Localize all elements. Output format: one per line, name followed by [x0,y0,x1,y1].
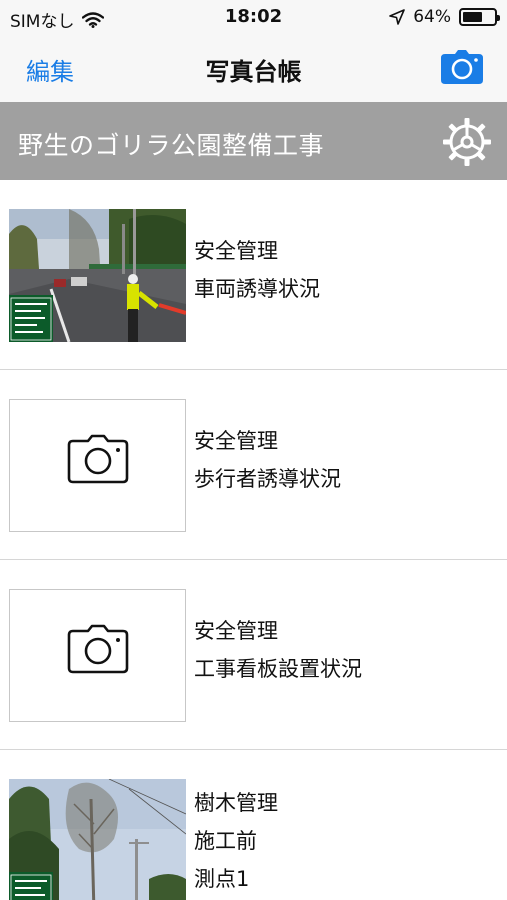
list-item[interactable]: 安全管理 車両誘導状況 [0,180,507,370]
item-text: 安全管理 車両誘導状況 [194,232,320,308]
nav-bar: 編集 写真台帳 [0,34,507,102]
status-bar: SIMなし 18:02 64% [0,0,507,34]
item-text: 安全管理 歩行者誘導状況 [194,422,341,498]
project-title: 野生のゴリラ公園整備工事 [18,131,325,160]
item-description: 歩行者誘導状況 [194,467,341,491]
page-title: 写真台帳 [205,58,302,86]
photo-thumbnail[interactable] [9,779,186,900]
location-arrow-icon [389,9,406,25]
photo-placeholder[interactable] [9,399,186,532]
item-category: 安全管理 [194,619,278,643]
list-item[interactable]: 樹木管理 施工前 測点1 [0,750,507,900]
battery-icon [459,8,500,26]
item-category: 安全管理 [194,239,278,263]
item-description: 施工前 [194,829,257,853]
list-item[interactable]: 安全管理 歩行者誘導状況 [0,370,507,560]
item-category: 樹木管理 [194,791,278,815]
project-header: 野生のゴリラ公園整備工事 [0,102,507,180]
photo-placeholder[interactable] [9,589,186,722]
list-item[interactable]: 安全管理 工事看板設置状況 [0,560,507,750]
status-right: 64% [389,7,500,27]
photo-list: 安全管理 車両誘導状況 安全管理 歩行者誘導状況 安全管理 工事看板設置状況 樹… [0,180,507,900]
camera-icon[interactable] [441,50,483,84]
camera-outline-icon [67,434,129,484]
battery-level [463,12,482,22]
item-text: 安全管理 工事看板設置状況 [194,612,362,688]
traffic-guide-photo [9,209,186,342]
gear-icon[interactable] [441,116,493,168]
item-description: 車両誘導状況 [194,277,320,301]
camera-outline-icon [67,624,129,674]
item-text: 樹木管理 施工前 測点1 [194,784,278,898]
battery-percent: 64% [413,7,451,27]
photo-thumbnail[interactable] [9,209,186,342]
item-extra: 測点1 [194,867,250,891]
item-description: 工事看板設置状況 [194,657,362,681]
item-category: 安全管理 [194,429,278,453]
tree-photo [9,779,186,900]
